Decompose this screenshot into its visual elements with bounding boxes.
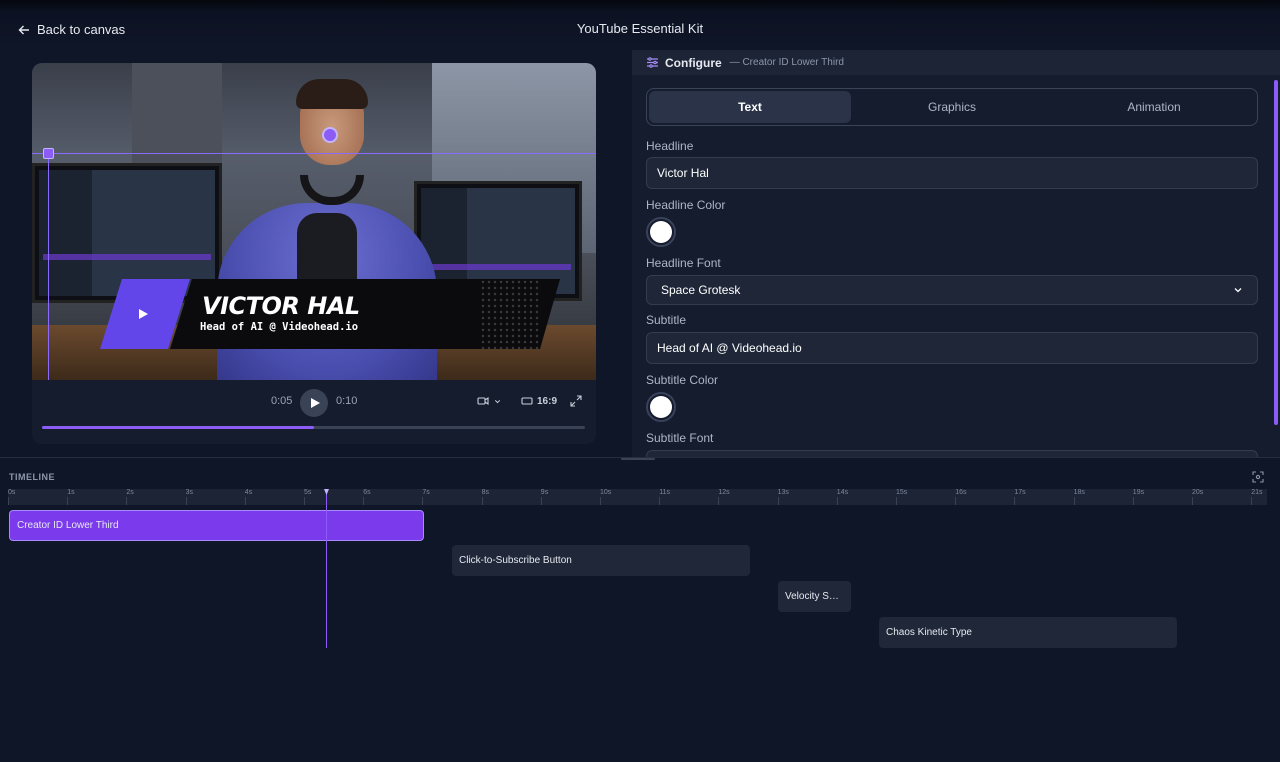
tab-text[interactable]: Text bbox=[649, 91, 851, 123]
configure-title: Configure bbox=[665, 55, 722, 70]
fullscreen-button[interactable] bbox=[570, 395, 582, 407]
timeline-label: TIMELINE bbox=[9, 472, 55, 482]
configure-tabs: Text Graphics Animation bbox=[646, 88, 1258, 126]
sliders-icon bbox=[647, 57, 658, 68]
ruler-tick: 0s bbox=[8, 489, 16, 505]
headline-font-value: Space Grotesk bbox=[661, 283, 741, 297]
ruler-tick: 17s bbox=[1014, 489, 1026, 505]
camera-select[interactable] bbox=[477, 395, 502, 407]
subtitle-input[interactable] bbox=[646, 332, 1258, 364]
ruler-tick: 5s bbox=[304, 489, 312, 505]
headline-input[interactable] bbox=[646, 157, 1258, 189]
timeline-clip-creator-id[interactable]: Creator ID Lower Third bbox=[9, 510, 424, 541]
guide-line-vertical bbox=[48, 153, 49, 380]
chevron-down-icon bbox=[494, 399, 501, 403]
progress-fill bbox=[42, 426, 314, 429]
configure-panel: Configure — Creator ID Lower Third Text … bbox=[632, 50, 1280, 458]
ruler-tick: 13s bbox=[777, 489, 789, 505]
preview-frame[interactable]: VICTOR HAL Head of AI @ Videohead.io bbox=[32, 63, 596, 380]
position-handle[interactable] bbox=[43, 148, 54, 159]
camera-icon bbox=[477, 396, 489, 406]
resize-handle[interactable] bbox=[621, 458, 655, 460]
player-controls: 0:05 0:10 16:9 bbox=[32, 380, 596, 444]
timeline-clip-velocity[interactable]: Velocity S… bbox=[778, 581, 851, 612]
fit-to-view-icon[interactable] bbox=[1252, 471, 1264, 483]
ruler-tick: 19s bbox=[1132, 489, 1145, 505]
aspect-ratio-button[interactable]: 16:9 bbox=[521, 395, 557, 407]
ruler-tick: 6s bbox=[363, 489, 371, 505]
ruler-tick: 21s bbox=[1251, 489, 1263, 505]
play-icon bbox=[311, 398, 320, 408]
ruler-tick: 1s bbox=[67, 489, 75, 505]
ruler-tick: 15s bbox=[896, 489, 908, 505]
play-icon bbox=[137, 308, 149, 320]
subtitle-color-label: Subtitle Color bbox=[646, 373, 719, 387]
duration: 0:10 bbox=[336, 395, 358, 407]
tab-graphics[interactable]: Graphics bbox=[851, 91, 1053, 123]
ruler-tick: 11s bbox=[659, 489, 670, 505]
headline-color-swatch[interactable] bbox=[646, 217, 676, 247]
current-time: 0:05 bbox=[271, 395, 293, 407]
ruler-tick: 9s bbox=[540, 489, 549, 505]
aspect-ratio-icon bbox=[521, 397, 533, 405]
page-title: YouTube Essential Kit bbox=[576, 21, 704, 36]
timeline-ruler[interactable]: 0s 1s 2s 3s 4s 5s 6s 7s 8s 9s 10s 11s 12s 13s 14s 15s 16… bbox=[8, 489, 1267, 505]
ruler-tick: 2s bbox=[126, 489, 134, 505]
tab-animation[interactable]: Animation bbox=[1053, 91, 1255, 123]
panel-scrollbar[interactable] bbox=[1274, 80, 1278, 425]
timeline-playhead[interactable] bbox=[326, 489, 327, 648]
lower-third-subtitle: Head of AI @ Videohead.io bbox=[200, 321, 359, 333]
ruler-tick: 12s bbox=[718, 489, 730, 505]
ruler-tick: 18s bbox=[1073, 489, 1085, 505]
top-bar: Back to canvas YouTube Essential Kit bbox=[0, 0, 1280, 50]
ruler-tick: 8s bbox=[481, 489, 489, 505]
ruler-tick: 3s bbox=[185, 489, 193, 505]
video-preview: VICTOR HAL Head of AI @ Videohead.io 0:0… bbox=[32, 63, 596, 444]
timeline-clip-subscribe[interactable]: Click-to-Subscribe Button bbox=[452, 545, 750, 576]
ruler-tick: 10s bbox=[600, 489, 612, 505]
play-button[interactable] bbox=[300, 389, 328, 417]
lower-third-name: VICTOR HAL bbox=[202, 292, 360, 320]
subtitle-label: Subtitle bbox=[646, 313, 687, 327]
ruler-tick: 7s bbox=[422, 489, 430, 505]
configure-subtitle: — Creator ID Lower Third bbox=[729, 57, 844, 68]
headline-label: Headline bbox=[646, 139, 694, 153]
headline-font-select[interactable]: Space Grotesk bbox=[646, 275, 1258, 305]
guide-line-horizontal bbox=[32, 153, 596, 154]
timeline-clip-chaos[interactable]: Chaos Kinetic Type bbox=[879, 617, 1177, 648]
ruler-tick: 16s bbox=[955, 489, 967, 505]
subtitle-color-swatch[interactable] bbox=[646, 392, 676, 422]
aspect-ratio-label: 16:9 bbox=[537, 395, 558, 407]
subtitle-font-label: Subtitle Font bbox=[646, 431, 714, 445]
headline-font-label: Headline Font bbox=[646, 256, 721, 270]
ruler-tick: 14s bbox=[836, 489, 849, 505]
headline-color-label: Headline Color bbox=[646, 198, 726, 212]
playback-progress[interactable] bbox=[42, 426, 585, 429]
ruler-tick: 4s bbox=[244, 489, 253, 505]
person-hair bbox=[296, 79, 368, 109]
anchor-handle[interactable] bbox=[322, 127, 338, 143]
ruler-tick: 20s bbox=[1192, 489, 1204, 505]
lower-third-graphic[interactable]: VICTOR HAL Head of AI @ Videohead.io bbox=[100, 279, 560, 349]
configure-header: Configure — Creator ID Lower Third bbox=[632, 50, 1280, 75]
chevron-down-icon bbox=[1234, 288, 1242, 293]
expand-icon bbox=[570, 395, 582, 407]
headphones bbox=[300, 175, 364, 205]
